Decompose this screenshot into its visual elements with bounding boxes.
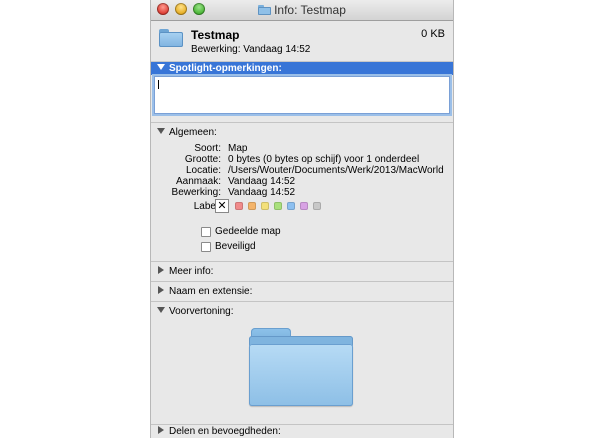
title-bar[interactable]: Info: Testmap — [151, 0, 453, 21]
info-key: Aanmaak: — [175, 176, 221, 187]
text-cursor — [158, 80, 159, 89]
info-value: /Users/Wouter/Documents/Werk/2013/MacWor… — [228, 165, 444, 176]
info-key: Grootte: — [184, 154, 221, 165]
info-row-location: Locatie: /Users/Wouter/Documents/Werk/20… — [151, 165, 453, 176]
spotlight-comments-field[interactable] — [154, 76, 450, 114]
label-picker: Label: ✕ — [151, 199, 453, 215]
zoom-button[interactable] — [193, 3, 205, 15]
locked-option[interactable]: Beveiligd — [151, 240, 453, 253]
minimize-button[interactable] — [175, 3, 187, 15]
info-value: Vandaag 14:52 — [228, 176, 296, 187]
preview-area — [151, 318, 453, 438]
shared-folder-checkbox[interactable] — [201, 227, 211, 237]
info-row-kind: Soort: Map — [151, 143, 453, 154]
info-value: Map — [228, 143, 248, 154]
info-value: 0 bytes (0 bytes op schijf) voor 1 onder… — [228, 154, 420, 165]
section-label: Spotlight-opmerkingen: — [169, 63, 282, 74]
window-title: Info: Testmap — [274, 3, 346, 17]
section-more-info[interactable]: Meer info: — [151, 265, 453, 278]
file-name: Testmap — [191, 28, 240, 42]
section-spotlight-comments[interactable]: Spotlight-opmerkingen: — [151, 62, 453, 75]
info-row-modified: Bewerking: Vandaag 14:52 — [151, 187, 453, 198]
info-key: Locatie: — [185, 165, 221, 176]
info-row-created: Aanmaak: Vandaag 14:52 — [151, 176, 453, 187]
label-color-green[interactable] — [274, 202, 282, 210]
section-label: Naam en extensie: — [169, 286, 253, 297]
label-color-purple[interactable] — [300, 202, 308, 210]
info-row-size: Grootte: 0 bytes (0 bytes op schijf) voo… — [151, 154, 453, 165]
label-color-gray[interactable] — [313, 202, 321, 210]
section-sharing-permissions[interactable]: Delen en bevoegdheden: — [151, 424, 453, 438]
locked-checkbox[interactable] — [201, 242, 211, 252]
label-color-yellow[interactable] — [261, 202, 269, 210]
window-title-wrap: Info: Testmap — [258, 0, 346, 20]
info-window: Info: Testmap Testmap Bewerking: Vandaag… — [150, 0, 454, 438]
section-name-extension[interactable]: Naam en extensie: — [151, 285, 453, 298]
folder-preview-icon — [249, 328, 353, 408]
file-size: 0 KB — [421, 28, 445, 40]
disclosure-triangle-icon[interactable] — [157, 64, 165, 71]
folder-icon — [258, 5, 272, 15]
x-icon[interactable]: ✕ — [215, 199, 229, 213]
label-color-orange[interactable] — [248, 202, 256, 210]
disclosure-triangle-icon[interactable] — [158, 426, 164, 435]
shared-folder-option[interactable]: Gedeelde map — [151, 225, 453, 238]
info-key: Soort: — [194, 143, 221, 154]
label-color-red[interactable] — [235, 202, 243, 210]
label-color-blue[interactable] — [287, 202, 295, 210]
folder-options: Gedeelde map Beveiligd — [151, 215, 453, 261]
folder-icon — [159, 29, 183, 47]
close-button[interactable] — [157, 3, 169, 15]
info-value: Vandaag 14:52 — [228, 187, 296, 198]
checkbox-label: Beveiligd — [215, 241, 256, 252]
section-preview[interactable]: Voorvertoning: — [151, 305, 453, 318]
section-label: Voorvertoning: — [169, 306, 234, 317]
section-label: Algemeen: — [169, 127, 217, 138]
checkbox-label: Gedeelde map — [215, 226, 281, 237]
disclosure-triangle-icon[interactable] — [158, 266, 164, 275]
window-controls — [157, 3, 205, 15]
modified-date: Bewerking: Vandaag 14:52 — [191, 44, 311, 55]
section-label: Meer info: — [169, 266, 214, 277]
disclosure-triangle-icon[interactable] — [158, 286, 164, 295]
section-label: Delen en bevoegdheden: — [169, 426, 281, 437]
section-general[interactable]: Algemeen: — [151, 126, 453, 139]
disclosure-triangle-icon[interactable] — [157, 307, 165, 314]
info-key: Bewerking: — [171, 187, 221, 198]
file-header: Testmap Bewerking: Vandaag 14:52 0 KB — [151, 21, 453, 62]
general-info: Soort: Map Grootte: 0 bytes (0 bytes op … — [151, 139, 453, 261]
disclosure-triangle-icon[interactable] — [157, 128, 165, 135]
